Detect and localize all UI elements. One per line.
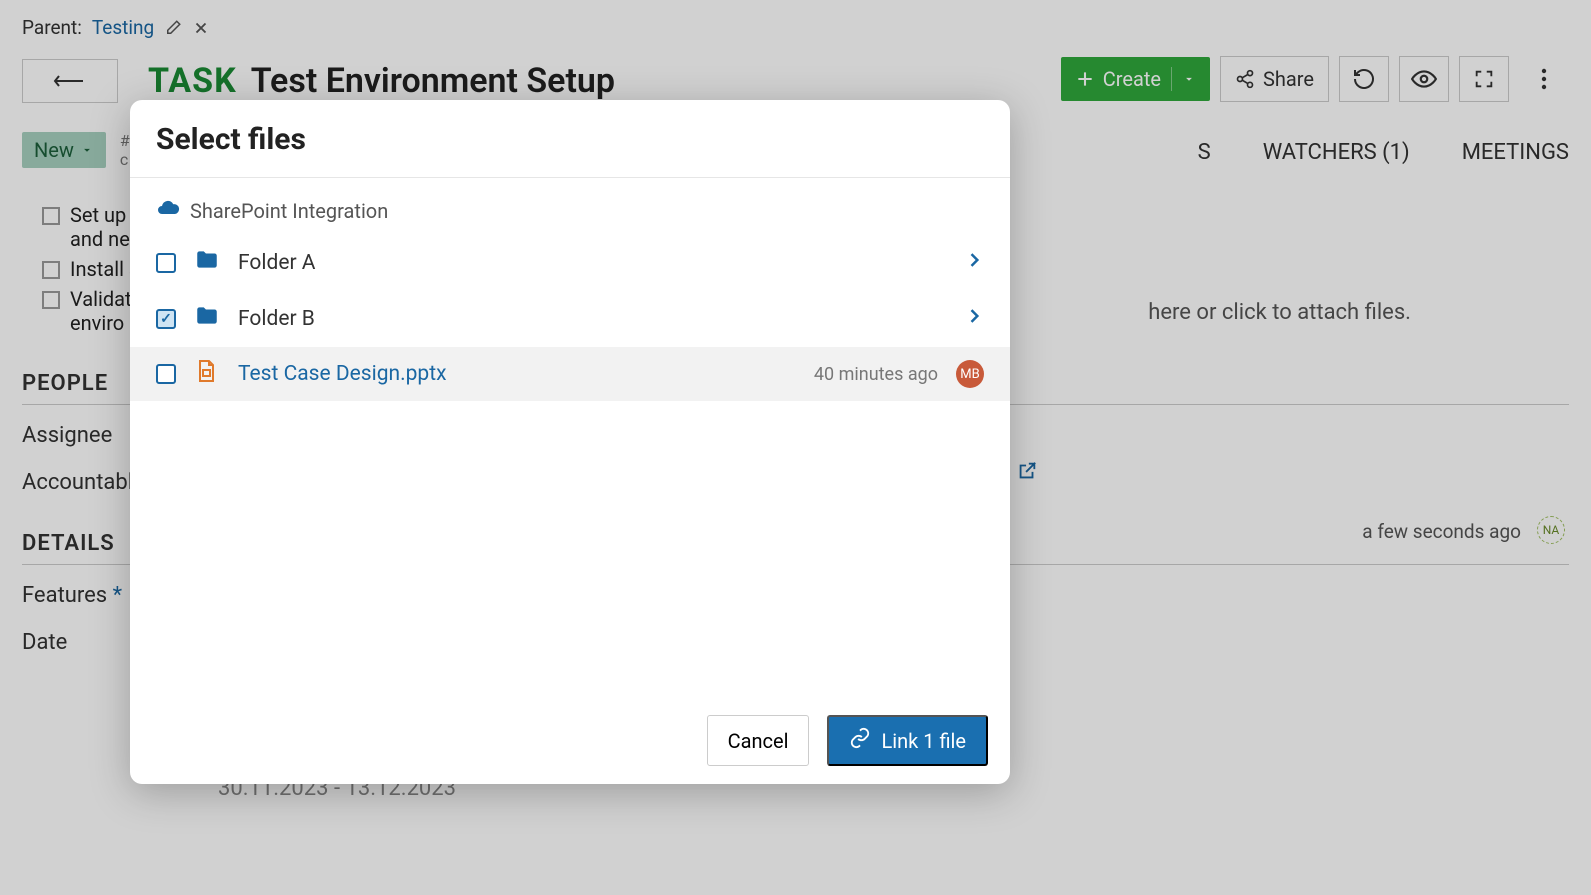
modal-footer: Cancel Link 1 file [130,697,1010,784]
breadcrumb-label: SharePoint Integration [190,199,388,223]
file-timestamp: 40 minutes ago [814,364,938,385]
file-name: Folder B [238,307,946,331]
modal-title: Select files [130,100,1010,178]
row-checkbox[interactable] [156,253,176,273]
select-files-modal: Select files SharePoint Integration Fold… [130,100,1010,784]
file-breadcrumb[interactable]: SharePoint Integration [130,178,1010,235]
avatar: MB [956,360,984,388]
file-name: Folder A [238,251,946,275]
presentation-file-icon [194,359,220,389]
file-list: Folder A Folder B Test Case Design.pptx … [130,235,1010,697]
file-row-folder[interactable]: Folder A [130,235,1010,291]
file-row-folder[interactable]: Folder B [130,291,1010,347]
link-button-label: Link 1 file [881,729,966,753]
chevron-right-icon[interactable] [964,306,984,332]
folder-icon [194,303,220,335]
link-icon [849,727,871,754]
row-checkbox[interactable] [156,309,176,329]
link-files-button[interactable]: Link 1 file [827,715,988,766]
chevron-right-icon[interactable] [964,250,984,276]
folder-icon [194,247,220,279]
file-name[interactable]: Test Case Design.pptx [238,362,796,386]
cancel-button[interactable]: Cancel [707,715,810,766]
cloud-icon [156,196,180,225]
file-row-file[interactable]: Test Case Design.pptx 40 minutes ago MB [130,347,1010,401]
row-checkbox[interactable] [156,364,176,384]
